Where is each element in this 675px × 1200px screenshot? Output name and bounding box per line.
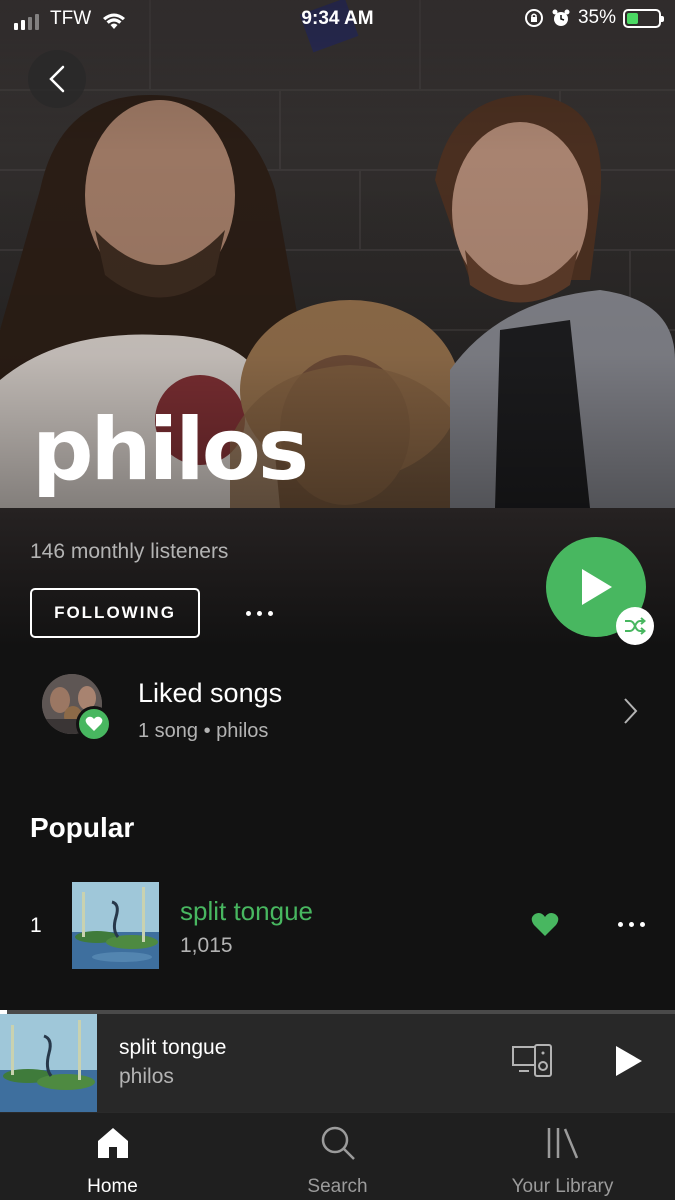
home-icon xyxy=(97,1128,128,1158)
status-bar: TFW 9:34 AM 35% xyxy=(0,0,675,40)
tab-library[interactable]: Your Library xyxy=(450,1113,675,1200)
track-artwork xyxy=(72,882,159,969)
liked-songs-row[interactable]: Liked songs 1 song • philos xyxy=(0,668,675,754)
library-icon xyxy=(547,1128,578,1159)
chevron-left-icon xyxy=(49,65,65,93)
now-playing-artist: philos xyxy=(119,1065,174,1088)
dot xyxy=(629,922,634,927)
track-play-count: 1,015 xyxy=(180,934,233,957)
liked-heart-badge xyxy=(76,706,112,742)
battery-icon xyxy=(623,8,664,28)
tab-search-label: Search xyxy=(307,1176,368,1197)
artist-info: 146 monthly listeners FOLLOWING xyxy=(0,508,675,648)
tab-library-label: Your Library xyxy=(511,1176,614,1197)
album-cover-image xyxy=(72,882,159,969)
alarm-icon xyxy=(552,9,570,26)
heart-icon xyxy=(85,716,103,731)
dot xyxy=(268,610,273,616)
play-icon[interactable] xyxy=(612,1044,644,1078)
shuffle-icon xyxy=(625,617,646,635)
tab-home[interactable]: Home xyxy=(0,1113,225,1200)
battery-percent: 35% xyxy=(577,7,616,28)
dot xyxy=(618,922,623,927)
tab-bar: Home Search Your Library xyxy=(0,1112,675,1200)
shuffle-badge xyxy=(616,607,654,645)
now-playing-title: split tongue xyxy=(119,1036,227,1059)
more-options-button[interactable] xyxy=(246,603,282,623)
liked-songs-title: Liked songs xyxy=(138,678,283,708)
tab-home-label: Home xyxy=(87,1176,138,1197)
track-more-button[interactable] xyxy=(618,922,645,927)
artist-header-image: philos xyxy=(0,0,675,508)
heart-icon[interactable] xyxy=(531,912,559,938)
dot xyxy=(246,610,251,616)
now-playing-artwork xyxy=(0,1014,97,1112)
chevron-right-icon xyxy=(624,698,638,724)
popular-heading: Popular xyxy=(30,812,135,843)
dot xyxy=(257,610,262,616)
playback-progress xyxy=(0,1010,675,1014)
search-icon xyxy=(321,1126,355,1160)
back-button[interactable] xyxy=(28,50,86,108)
status-right: 35% xyxy=(524,7,664,29)
album-cover-image xyxy=(0,1014,97,1112)
track-rank: 1 xyxy=(30,914,42,937)
now-playing-bar[interactable]: split tongue philos xyxy=(0,1010,675,1112)
track-title: split tongue xyxy=(180,896,313,926)
play-icon xyxy=(582,569,612,605)
connect-device-icon[interactable] xyxy=(511,1044,553,1078)
liked-songs-subtitle: 1 song • philos xyxy=(138,720,269,742)
tab-search[interactable]: Search xyxy=(225,1113,450,1200)
following-button[interactable]: FOLLOWING xyxy=(30,588,200,638)
artist-name: philos xyxy=(32,400,309,500)
battery-level xyxy=(627,12,638,24)
rotation-lock-icon xyxy=(524,9,543,27)
track-row[interactable]: 1 split tongue 1,015 xyxy=(0,880,675,972)
monthly-listeners: 146 monthly listeners xyxy=(30,540,229,563)
dot xyxy=(640,922,645,927)
